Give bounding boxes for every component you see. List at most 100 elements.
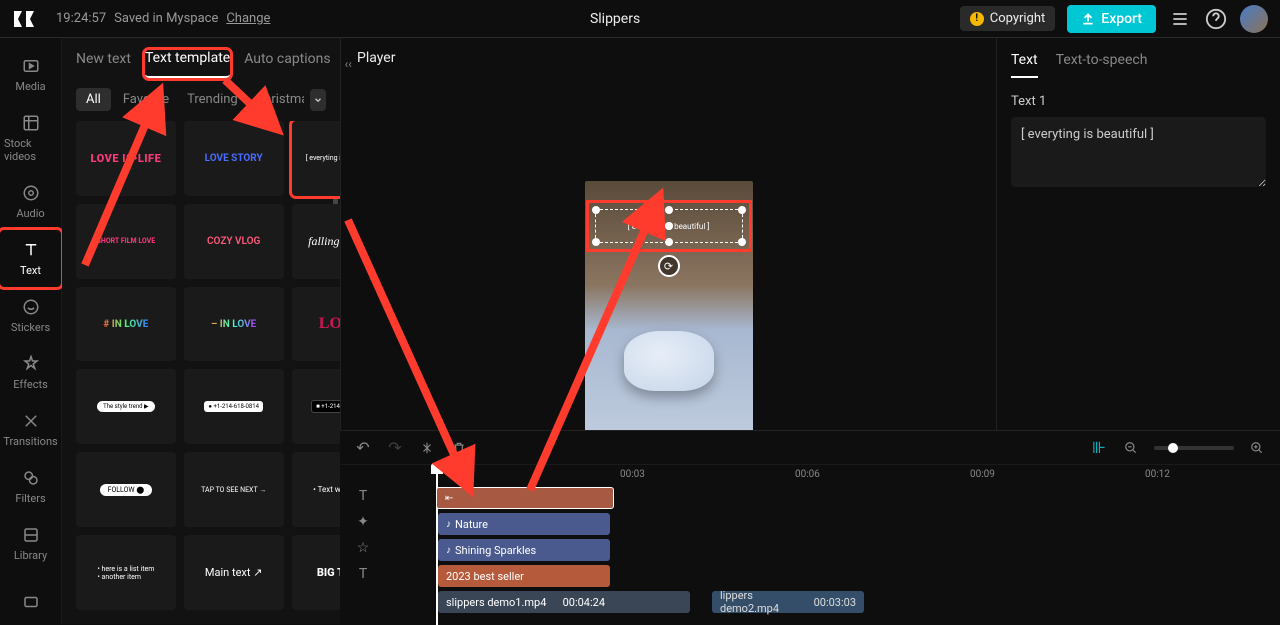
template-item[interactable]: COZY VLOG <box>184 204 284 279</box>
track-type-icons: T ✦ ☆ T <box>354 487 372 583</box>
timeline-tracks: T ✦ ☆ T ⇤ ♪Nature ♪Shining Sparkles 2023… <box>340 487 1280 489</box>
template-preview-text: BIG TITLE <box>317 566 340 579</box>
zoom-slider[interactable] <box>1154 446 1234 450</box>
template-preview-text: ● +1-214-618-0814 <box>204 401 263 412</box>
template-item[interactable]: The style trend ▶ <box>76 369 176 444</box>
filter-tabs: All Favorite Trending Christmas <box>62 78 340 121</box>
filter-more-button[interactable] <box>310 89 326 111</box>
templates-panel: New text Text template Auto captions ‹‹ … <box>62 38 340 624</box>
template-preview-text: Main text ↗ <box>205 566 263 579</box>
template-item[interactable]: [ everyting is beautiful ]☆+ <box>292 121 340 196</box>
zoom-in-button[interactable] <box>1248 439 1266 457</box>
timestamp: 19:24:57 <box>56 11 106 26</box>
template-item[interactable]: FOLLOW ⬤ <box>76 452 176 527</box>
sidebar-item-audio[interactable]: Audio <box>0 173 61 230</box>
template-preview-text: LOVE STORY <box>205 153 263 164</box>
layout-icon[interactable] <box>1168 7 1192 31</box>
upload-icon <box>1081 12 1095 26</box>
sidebar-item-transitions[interactable]: Transitions <box>0 401 61 458</box>
tab-new-text[interactable]: New text <box>76 51 131 77</box>
text-track-icon[interactable]: T <box>354 487 372 505</box>
template-preview-text: TAP TO SEE NEXT → <box>201 486 266 494</box>
properties-tabs: Text Text-to-speech <box>1011 52 1266 78</box>
timeline-ruler[interactable]: 00:03 00:06 00:09 00:12 <box>340 465 1280 487</box>
undo-button[interactable]: ↶ <box>354 439 372 457</box>
magnet-button[interactable]: ⊪ <box>1090 439 1108 457</box>
template-item[interactable]: SHORT FILM LOVE <box>76 204 176 279</box>
sidebar-item-stickers[interactable]: Stickers <box>0 287 61 344</box>
transitions-icon <box>21 411 41 431</box>
user-avatar[interactable] <box>1240 5 1268 33</box>
sidebar-item-stock[interactable]: Stock videos <box>0 103 61 173</box>
sidebar-item-more[interactable] <box>0 582 61 622</box>
template-item[interactable]: BIG TITLE <box>292 535 340 610</box>
clip-video-demo2[interactable]: lippers demo2.mp4 00:03:03 <box>712 591 864 613</box>
filter-favorite[interactable]: Favorite <box>117 88 175 111</box>
template-preview-text: • here is a list item • another item <box>97 565 154 581</box>
template-preview-text: [ everyting is beautiful ] <box>306 154 340 162</box>
library-icon <box>21 525 41 545</box>
sidebar-item-library[interactable]: Library <box>0 515 61 572</box>
template-item[interactable]: ■ +1-214-618-0814 <box>292 369 340 444</box>
sidebar-item-effects[interactable]: Effects <box>0 344 61 401</box>
template-item[interactable]: – IN LOVE <box>184 287 284 362</box>
sidebar-item-filters[interactable]: Filters <box>0 458 61 515</box>
zoom-out-button[interactable] <box>1122 439 1140 457</box>
tab-auto-captions[interactable]: Auto captions <box>244 51 330 77</box>
template-item[interactable]: LOVE IS•LIFE <box>76 121 176 196</box>
tab-tts[interactable]: Text-to-speech <box>1056 52 1148 78</box>
template-item[interactable]: ● +1-214-618-0814 <box>184 369 284 444</box>
warning-icon: ! <box>970 12 984 26</box>
delete-button[interactable] <box>450 439 468 457</box>
text-content-input[interactable] <box>1011 117 1266 187</box>
audio-icon: ♪ <box>446 519 451 530</box>
template-preview-text: The style trend ▶ <box>97 401 155 412</box>
save-status: 19:24:57 Saved in Myspace Change <box>56 11 270 26</box>
template-preview-text: LOVE IS•LIFE <box>91 152 162 165</box>
template-preview-text: # IN LOVE <box>103 319 148 330</box>
clip-audio-sparkles[interactable]: ♪Shining Sparkles <box>438 539 610 561</box>
copyright-button[interactable]: ! Copyright <box>960 6 1056 31</box>
tab-text-template[interactable]: Text template <box>145 50 230 78</box>
selected-text-overlay[interactable]: [ everyting is beautiful ] <box>595 209 743 243</box>
media-icon <box>21 56 41 76</box>
export-button[interactable]: Export <box>1067 5 1156 33</box>
template-item[interactable]: # IN LOVE <box>76 287 176 362</box>
timeline-toolbar: ↶ ↷ ⊪ <box>340 431 1280 465</box>
clip-video-demo1[interactable]: slippers demo1.mp4 00:04:24 <box>438 591 690 613</box>
template-item[interactable]: • here is a list item • another item <box>76 535 176 610</box>
clip-text-bestseller[interactable]: 2023 best seller <box>438 565 610 587</box>
sidebar-item-media[interactable]: Media <box>0 46 61 103</box>
fx-track-icon[interactable]: ✦ <box>354 513 372 531</box>
template-item[interactable]: LOVE STORY <box>184 121 284 196</box>
more-icon <box>21 592 41 612</box>
project-title: Slippers <box>270 11 959 27</box>
clip-text-template[interactable]: ⇤ <box>436 487 614 509</box>
redo-button[interactable]: ↷ <box>386 439 404 457</box>
help-icon[interactable] <box>1204 7 1228 31</box>
template-item[interactable]: TAP TO SEE NEXT → <box>184 452 284 527</box>
tab-text-props[interactable]: Text <box>1011 52 1038 78</box>
timeline: ↶ ↷ ⊪ 00:03 00:06 00:09 00:12 T <box>340 430 1280 624</box>
template-item[interactable]: • Text with point <box>292 452 340 527</box>
template-preview-text: COZY VLOG <box>207 236 260 247</box>
sticker-track-icon[interactable]: ☆ <box>354 539 372 557</box>
filter-all[interactable]: All <box>76 88 111 111</box>
text2-track-icon[interactable]: T <box>354 565 372 583</box>
template-item[interactable]: LOVE <box>292 287 340 362</box>
clip-audio-nature[interactable]: ♪Nature <box>438 513 610 535</box>
template-preview-text: – IN LOVE <box>211 319 256 330</box>
rotate-handle-icon[interactable]: ⟳ <box>658 255 680 277</box>
template-preview-text: LOVE <box>319 315 340 333</box>
template-item[interactable]: falling in love <box>292 204 340 279</box>
split-button[interactable] <box>418 439 436 457</box>
chevron-down-icon <box>313 95 323 105</box>
filter-christmas[interactable]: Christmas <box>250 88 305 111</box>
expand-icon: ⇤ <box>445 493 453 504</box>
template-item[interactable]: Main text ↗ <box>184 535 284 610</box>
stickers-icon <box>21 297 41 317</box>
template-preview-text: SHORT FILM LOVE <box>97 237 156 245</box>
change-link[interactable]: Change <box>226 11 270 26</box>
filter-trending[interactable]: Trending <box>181 88 244 111</box>
sidebar-item-text[interactable]: Text <box>0 230 61 287</box>
